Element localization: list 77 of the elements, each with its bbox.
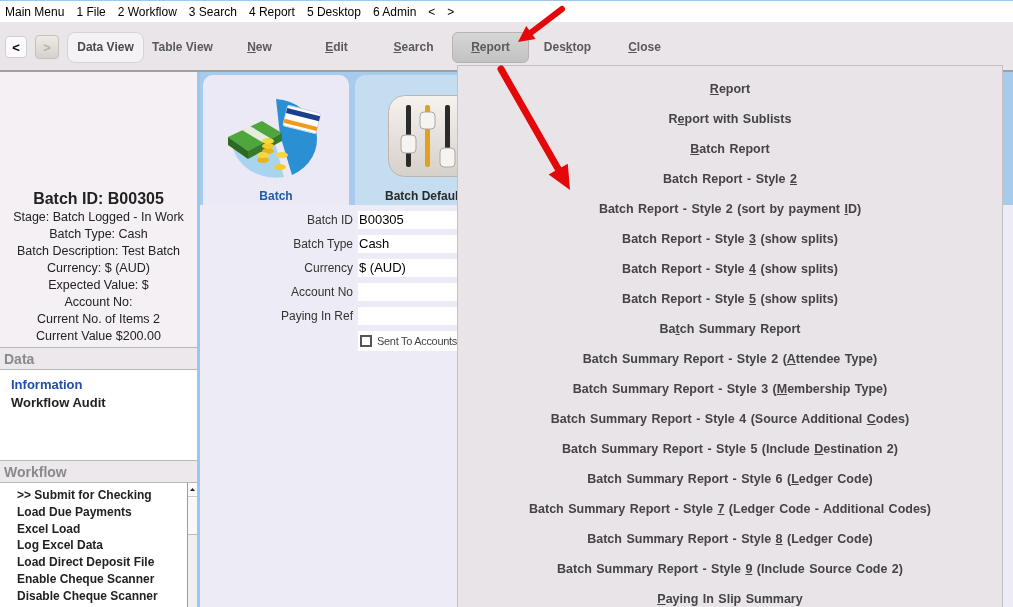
field-label: Batch ID — [305, 213, 353, 227]
report-menu-item[interactable]: Batch Report - Style 2 — [663, 164, 797, 194]
scroll-thumb[interactable] — [188, 497, 197, 535]
report-menu-item[interactable]: Report — [709, 74, 751, 104]
back-button[interactable]: < — [5, 36, 27, 58]
toolbar-button[interactable]: Report — [452, 31, 529, 63]
data-list-item[interactable]: Workflow Audit — [11, 394, 106, 412]
workflow-action-item[interactable]: Log Excel Data — [17, 537, 104, 555]
batch-detail-text: Current Value $200.00 — [36, 328, 161, 345]
menu-item[interactable]: < — [428, 4, 436, 19]
report-menu-item[interactable]: Batch Summary Report - Style 3 (Membership Type) — [572, 374, 888, 404]
report-menu-item[interactable]: Batch Summary Report - Style 6 (Ledger Code) — [587, 464, 873, 494]
checkbox[interactable] — [360, 335, 372, 347]
batch-detail-text: Account No: — [64, 294, 133, 311]
toolbar-button[interactable]: Desktop — [529, 31, 606, 63]
menu-item[interactable]: 6 Admin — [372, 4, 417, 19]
toolbar-button[interactable]: Search — [375, 31, 452, 63]
report-menu-item[interactable]: Batch Summary Report - Style 7 (Ledger Code - Additional Codes) — [529, 494, 931, 524]
report-menu-item[interactable]: Batch Summary Report - Style 8 (Ledger Code) — [587, 524, 873, 554]
field-label: Currency — [303, 261, 353, 275]
workflow-action-item[interactable]: Load Direct Deposit File — [17, 554, 155, 571]
section-header: Workflow — [0, 460, 197, 483]
report-menu-item[interactable]: Paying In Slip Summary — [657, 584, 803, 607]
workflow-action-item[interactable]: Excel Load — [17, 520, 81, 538]
workflow-action-item[interactable]: Enable Cheque Scanner — [17, 571, 155, 588]
report-menu-item[interactable]: Batch Report — [690, 134, 770, 164]
toolbar-button[interactable]: Edit — [298, 31, 375, 63]
money-pie-chart-icon — [228, 97, 324, 181]
menu-item[interactable]: > — [447, 4, 455, 19]
input-field[interactable] — [358, 283, 457, 301]
toolbar-button[interactable]: Close — [606, 31, 683, 63]
batch-title: Batch ID: B00305 — [33, 189, 164, 209]
batch-detail-text: Current No. of Items 2 — [37, 311, 160, 328]
menu-item[interactable]: 2 Workflow — [117, 4, 177, 19]
sliders-icon — [388, 95, 457, 177]
checkbox-field[interactable]: Sent To Accounts — [358, 331, 457, 351]
input-field[interactable]: B00305 — [358, 211, 457, 229]
toolbar-button[interactable]: Data View — [67, 31, 144, 63]
menu-item[interactable]: Main Menu — [5, 4, 65, 19]
toolbar-button[interactable]: Table View — [144, 31, 221, 63]
input-field[interactable] — [358, 307, 457, 325]
field-label: Batch Type — [292, 237, 353, 251]
workflow-action-item[interactable]: Load Due Payments — [17, 503, 132, 521]
tab[interactable]: Batch — [203, 75, 349, 205]
input-field[interactable]: $ (AUD) — [358, 259, 457, 277]
report-menu-item[interactable]: Report with Sublists — [668, 104, 792, 134]
scrollbar[interactable] — [187, 483, 197, 607]
batch-detail-text: Currency: $ (AUD) — [47, 260, 150, 277]
section-header: Data — [0, 347, 197, 370]
batch-detail-text: Expected Value: $ — [48, 277, 149, 294]
toolbar-button[interactable]: New — [221, 31, 298, 63]
workflow-action-item[interactable]: >> Submit for Checking — [17, 487, 152, 504]
input-field[interactable]: Cash — [358, 235, 457, 253]
report-menu-item[interactable]: Batch Summary Report — [659, 314, 801, 344]
menu-item[interactable]: 3 Search — [188, 4, 237, 19]
field-label: Paying In Ref — [279, 309, 353, 323]
report-menu-item[interactable]: Batch Report - Style 3 (show splits) — [622, 224, 838, 254]
report-menu-item[interactable]: Batch Summary Report - Style 2 (Attendee Type) — [582, 344, 878, 374]
caret-up-icon — [190, 488, 195, 491]
report-menu-item[interactable]: Batch Summary Report - Style 5 (Include Destination 2) — [562, 434, 898, 464]
report-menu-item[interactable]: Batch Summary Report - Style 4 (Source Additional Codes) — [550, 404, 910, 434]
batch-detail-text: Stage: Batch Logged - In Work — [13, 209, 184, 226]
batch-detail-text: Batch Type: Cash — [49, 226, 148, 243]
field-label: Account No — [289, 285, 353, 299]
workflow-action-item[interactable]: Disable Cheque Scanner — [17, 587, 158, 605]
menu-item[interactable]: 1 File — [76, 4, 106, 19]
report-menu-item[interactable]: Batch Report - Style 5 (show splits) — [622, 284, 838, 314]
report-menu-item[interactable]: Batch Summary Report - Style 9 (Include Source Code 2) — [557, 554, 903, 584]
menu-item[interactable]: 4 Report — [248, 4, 295, 19]
report-menu-item[interactable]: Batch Report - Style 2 (sort by payment ID) — [598, 194, 862, 224]
report-menu-item[interactable]: Batch Report - Style 4 (show splits) — [622, 254, 838, 284]
tab[interactable]: Batch Defaul — [355, 75, 457, 205]
menu-item[interactable]: 5 Desktop — [306, 4, 361, 19]
batch-detail-text: Batch Description: Test Batch — [16, 243, 180, 260]
data-list-item[interactable]: Information — [11, 376, 83, 394]
scroll-up-button[interactable] — [188, 483, 197, 497]
checkbox-label: Sent To Accounts — [377, 335, 457, 347]
